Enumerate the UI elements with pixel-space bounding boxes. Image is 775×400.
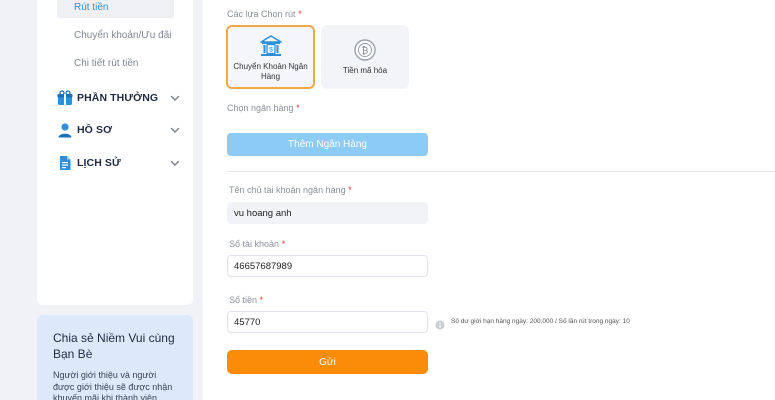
sidebar-sub-item-withdraw-details[interactable]: Chi tiết rút tiền <box>57 54 174 74</box>
chevron-down-icon <box>168 156 182 170</box>
amount-input[interactable]: 45770 <box>227 311 428 333</box>
account-number-input[interactable]: 46657687989 <box>227 255 428 277</box>
gift-icon <box>57 90 73 106</box>
share-title: Chia sẻ Niềm Vui cùng Bạn Bè <box>53 331 175 361</box>
sidebar-sub-item-withdraw[interactable]: Rút tiền <box>57 0 174 18</box>
sidebar-item-profile[interactable]: HỒ SƠ <box>57 121 180 139</box>
submit-button[interactable]: Gửi <box>227 350 428 374</box>
amount-label: Số tiền * <box>229 295 263 305</box>
required-mark: * <box>348 185 352 195</box>
share-description: Người giới thiệu và người được giới thiệ… <box>53 370 173 400</box>
required-mark: * <box>296 103 300 113</box>
label-text: Các lựa Chọn rút <box>227 9 296 19</box>
bank-transfer-icon: $ <box>258 33 284 59</box>
option-label: Chuyển Khoản Ngân Hàng <box>233 62 308 81</box>
required-mark: * <box>259 295 264 305</box>
sidebar-item-history[interactable]: LỊCH SỬ <box>57 154 180 172</box>
option-label: Tiền mã hóa <box>342 66 388 75</box>
sidebar-item-label: PHẦN THƯỞNG <box>77 92 159 104</box>
sidebar-sub-item-transfer-promo[interactable]: Chuyển khoản/Ưu đãi <box>57 26 174 46</box>
account-holder-label: Tên chủ tài khoản ngân hàng * <box>229 185 352 195</box>
sidebar-item-rewards[interactable]: PHẦN THƯỞNG <box>57 89 180 107</box>
crypto-coin-icon: ₿ <box>352 37 378 63</box>
account-holder-field: vu hoang anh <box>227 202 428 224</box>
daily-limit-info: Số dư giới hạn hàng ngày: 200,000 / Số l… <box>451 318 630 325</box>
label-text: Chọn ngân hàng <box>227 103 294 113</box>
add-bank-button[interactable]: Thêm Ngân Hàng <box>227 133 428 156</box>
svg-text:$: $ <box>269 47 273 54</box>
document-icon <box>57 155 73 171</box>
bank-select-label: Chọn ngân hàng * <box>227 103 300 113</box>
user-icon <box>57 122 73 138</box>
label-text: Số tài khoản <box>229 239 280 249</box>
account-number-label: Số tài khoản * <box>229 239 285 249</box>
share-with-friends-card: Chia sẻ Niềm Vui cùng Bạn Bè Người giới … <box>37 315 193 400</box>
sidebar-item-label: LỊCH SỬ <box>77 157 121 169</box>
option-bank-transfer[interactable]: $ Chuyển Khoản Ngân Hàng <box>226 25 315 89</box>
info-icon <box>435 317 445 330</box>
withdraw-options-label: Các lựa Chọn rút * <box>227 9 302 19</box>
section-divider <box>227 171 775 172</box>
withdraw-form: Các lựa Chọn rút * $ Chuyển Khoản Ngân H… <box>203 0 775 400</box>
svg-text:₿: ₿ <box>362 46 369 56</box>
option-crypto[interactable]: ₿ Tiền mã hóa <box>321 25 409 89</box>
chevron-down-icon <box>168 91 182 105</box>
label-text: Số tiền <box>229 295 258 305</box>
required-mark: * <box>281 239 286 249</box>
chevron-down-icon <box>168 123 182 137</box>
required-mark: * <box>298 9 302 19</box>
sidebar-menu: Rút tiền Chuyển khoản/Ưu đãi Chi tiết rú… <box>37 0 193 305</box>
sidebar-item-label: HỒ SƠ <box>77 124 113 136</box>
label-text: Tên chủ tài khoản ngân hàng <box>229 185 346 195</box>
